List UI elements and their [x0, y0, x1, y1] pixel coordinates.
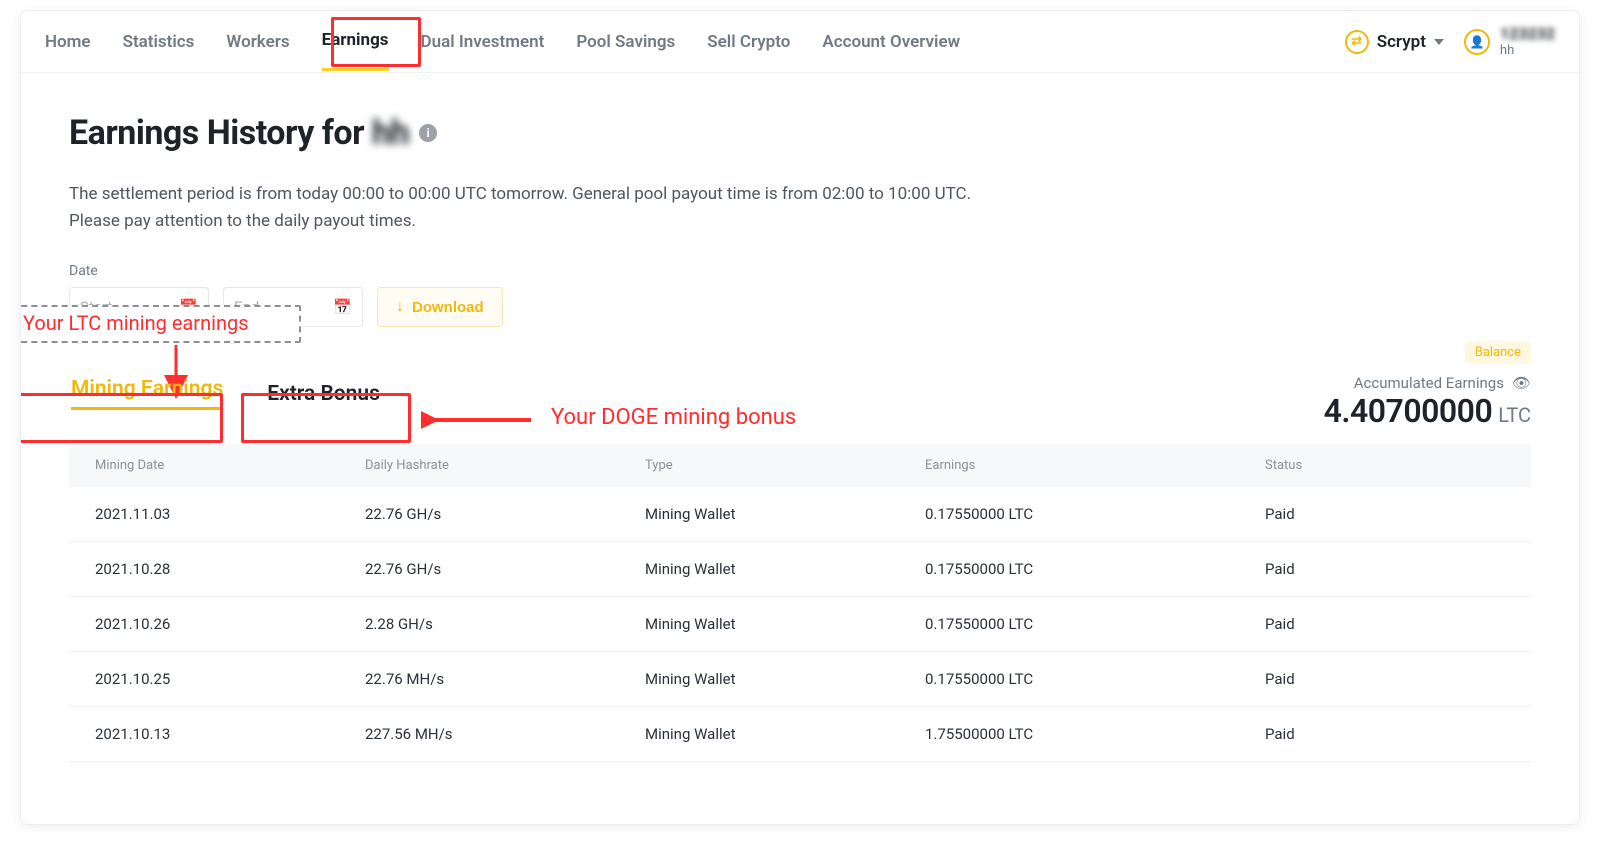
nav-earnings[interactable]: Earnings [322, 12, 389, 71]
table-cell-status: Paid [1265, 560, 1505, 578]
accumulated-earnings-unit: LTC [1498, 403, 1531, 427]
page-title: Earnings History for hh [69, 113, 409, 153]
table-cell-hash: 227.56 MH/s [365, 725, 645, 743]
tab-extra-bonus[interactable]: Extra Bonus [265, 378, 382, 410]
user-id-masked: 123232 [1500, 24, 1555, 43]
table-cell-status: Paid [1265, 725, 1505, 743]
calendar-icon: 📅 [333, 298, 352, 316]
accumulated-earnings-value: 4.40700000 [1324, 392, 1493, 430]
table-cell-type: Mining Wallet [645, 670, 925, 688]
algo-label: Scrypt [1377, 32, 1426, 52]
table-cell-earn: 0.17550000 LTC [925, 560, 1265, 578]
nav-statistics[interactable]: Statistics [123, 14, 195, 70]
table-cell-earn: 0.17550000 LTC [925, 505, 1265, 523]
nav-sell-crypto[interactable]: Sell Crypto [707, 14, 790, 70]
table-cell-earn: 0.17550000 LTC [925, 670, 1265, 688]
table-cell-date: 2021.10.26 [95, 615, 365, 633]
earnings-table: Mining DateDaily HashrateTypeEarningsSta… [69, 444, 1531, 762]
nav-account-overview[interactable]: Account Overview [822, 14, 960, 70]
algo-selector[interactable]: ⇄ Scrypt [1345, 30, 1444, 54]
balance-pill[interactable]: Balance [1465, 341, 1531, 364]
user-icon: 👤 [1464, 29, 1490, 55]
table-cell-status: Paid [1265, 670, 1505, 688]
download-icon: ↓ [396, 298, 404, 316]
table-cell-type: Mining Wallet [645, 725, 925, 743]
download-button[interactable]: ↓ Download [377, 287, 503, 327]
nav-workers[interactable]: Workers [226, 14, 289, 70]
table-cell-type: Mining Wallet [645, 505, 925, 523]
top-nav: Home Statistics Workers Earnings Dual Invest… [21, 11, 1579, 73]
user-sub: hh [1500, 43, 1555, 59]
table-cell-date: 2021.10.28 [95, 560, 365, 578]
settlement-description: The settlement period is from today 00:0… [69, 181, 1329, 235]
table-header-cell: Mining Date [95, 458, 365, 473]
table-cell-earn: 1.75500000 LTC [925, 725, 1265, 743]
table-header-cell: Status [1265, 458, 1505, 473]
table-header-cell: Daily Hashrate [365, 458, 645, 473]
table-cell-hash: 22.76 MH/s [365, 670, 645, 688]
chevron-down-icon [1434, 39, 1444, 45]
accumulated-earnings-label: Accumulated Earnings [1354, 374, 1504, 392]
nav-pool-savings[interactable]: Pool Savings [576, 14, 675, 70]
doge-bonus-annotation: Your DOGE mining bonus [551, 405, 796, 430]
date-label: Date [69, 263, 1531, 279]
table-cell-earn: 0.17550000 LTC [925, 615, 1265, 633]
table-header-cell: Earnings [925, 458, 1265, 473]
user-account-badge[interactable]: 👤 123232 hh [1464, 24, 1555, 59]
table-header-cell: Type [645, 458, 925, 473]
table-cell-date: 2021.10.25 [95, 670, 365, 688]
table-cell-date: 2021.11.03 [95, 505, 365, 523]
swap-icon: ⇄ [1345, 30, 1369, 54]
table-cell-date: 2021.10.13 [95, 725, 365, 743]
table-cell-type: Mining Wallet [645, 560, 925, 578]
info-icon[interactable]: i [419, 124, 437, 142]
table-row: 2021.10.2822.76 GH/sMining Wallet0.17550… [69, 542, 1531, 597]
table-row: 2021.10.262.28 GH/sMining Wallet0.175500… [69, 597, 1531, 652]
nav-dual-investment[interactable]: Dual Investment [421, 14, 545, 70]
tab-mining-earnings[interactable]: Mining Earnings [69, 373, 225, 414]
table-row: 2021.10.13227.56 MH/sMining Wallet1.7550… [69, 707, 1531, 762]
table-cell-status: Paid [1265, 505, 1505, 523]
table-cell-hash: 2.28 GH/s [365, 615, 645, 633]
table-row: 2021.11.0322.76 GH/sMining Wallet0.17550… [69, 487, 1531, 542]
table-row: 2021.10.2522.76 MH/sMining Wallet0.17550… [69, 652, 1531, 707]
ltc-earnings-annotation: Your LTC mining earnings [20, 305, 301, 343]
table-cell-type: Mining Wallet [645, 615, 925, 633]
table-cell-hash: 22.76 GH/s [365, 505, 645, 523]
eye-icon[interactable]: 👁 [1512, 374, 1531, 392]
table-cell-hash: 22.76 GH/s [365, 560, 645, 578]
nav-home[interactable]: Home [45, 14, 91, 70]
table-cell-status: Paid [1265, 615, 1505, 633]
